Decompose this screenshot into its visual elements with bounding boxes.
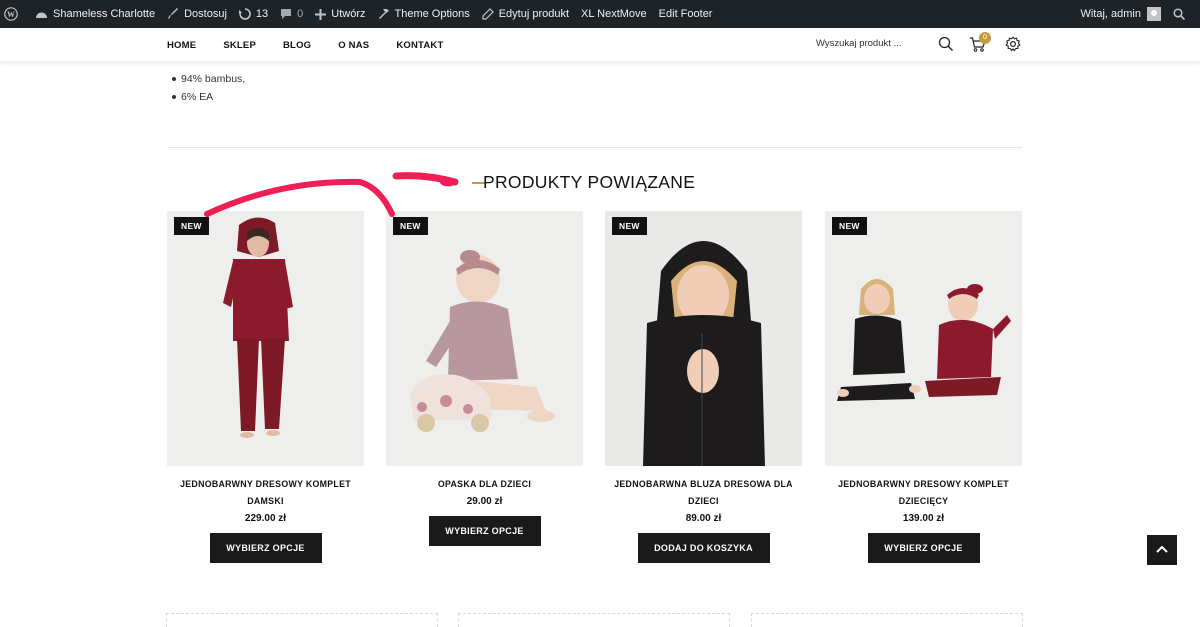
plus-icon (315, 8, 327, 20)
wp-admin-bar: W Shameless Charlotte Dostosuj 13 0 Utwó… (0, 0, 1200, 28)
product-image[interactable]: NEW (605, 211, 802, 466)
search-icon (1173, 8, 1185, 20)
footer-widget-box (751, 613, 1023, 627)
avatar (1147, 7, 1161, 21)
product-image[interactable]: NEW (386, 211, 583, 466)
site-name-menu[interactable]: Shameless Charlotte (29, 0, 161, 28)
footer-widget-box (166, 613, 438, 627)
girl-black-hoodie-photo (605, 211, 802, 466)
theme-options-label: Theme Options (394, 8, 470, 20)
product-card: NEW JEDNOBARWNY DRESOWY KOMPLET DAMSKI 2… (167, 211, 364, 563)
nav-item-home[interactable]: HOME (167, 40, 196, 51)
site-name-label: Shameless Charlotte (53, 8, 156, 20)
edit-product-label: Edytuj produkt (498, 8, 570, 20)
product-card: NEW JEDNOBARWNY DRESOWY KOMPLET DZIECIĘC… (825, 211, 1022, 563)
search-icon[interactable] (938, 36, 954, 52)
select-options-button[interactable]: WYBIERZ OPCJE (428, 516, 541, 546)
comment-icon (281, 9, 292, 19)
nextmove-label: XL NextMove (581, 8, 647, 20)
updates-icon (238, 8, 251, 20)
main-navigation: HOME SKLEP BLOG O NAS KONTAKT (167, 28, 470, 62)
product-name[interactable]: JEDNOBARWNA BLUZA DRESOWA DLA DZIECI (605, 476, 802, 510)
updates-link[interactable]: 13 (233, 0, 274, 28)
hammer-icon (378, 9, 389, 19)
dashboard-icon (36, 12, 47, 18)
new-badge: NEW (174, 217, 209, 235)
product-name[interactable]: JEDNOBARWNY DRESOWY KOMPLET DAMSKI (167, 476, 364, 510)
pencil-icon (482, 8, 494, 20)
nav-item-shop[interactable]: SKLEP (223, 40, 256, 51)
nav-item-blog[interactable]: BLOG (283, 40, 311, 51)
edit-footer-link[interactable]: Edit Footer (653, 0, 719, 28)
greeting-label: Witaj, admin (1080, 8, 1141, 20)
product-image[interactable]: NEW (167, 211, 364, 466)
nav-item-contact[interactable]: KONTAKT (396, 40, 443, 51)
product-name[interactable]: JEDNOBARWNY DRESOWY KOMPLET DZIECIĘCY (825, 476, 1022, 510)
nav-item-about[interactable]: O NAS (338, 40, 369, 51)
footer-widget-box (458, 613, 730, 627)
edit-product-link[interactable]: Edytuj produkt (476, 0, 575, 28)
product-price: 229.00 zł (244, 513, 287, 524)
svg-text:W: W (7, 10, 15, 19)
back-to-top-button[interactable] (1147, 535, 1177, 565)
edit-footer-label: Edit Footer (658, 8, 713, 20)
new-content-menu[interactable]: Utwórz (309, 0, 371, 28)
select-options-button[interactable]: WYBIERZ OPCJE (209, 533, 322, 563)
product-image[interactable]: NEW (825, 211, 1022, 466)
product-price: 139.00 zł (902, 513, 945, 524)
gear-icon[interactable] (1005, 36, 1021, 52)
wordpress-logo-icon[interactable]: W (0, 0, 29, 28)
add-to-cart-button[interactable]: DODAJ DO KOSZYKA (637, 533, 770, 563)
search-input[interactable]: Wyszukaj produkt ... (816, 38, 901, 49)
site-header: HOME SKLEP BLOG O NAS KONTAKT Wyszukaj p… (0, 28, 1200, 62)
customize-link[interactable]: Dostosuj (161, 0, 233, 28)
product-price: 89.00 zł (685, 513, 722, 524)
select-options-button[interactable]: WYBIERZ OPCJE (867, 533, 980, 563)
cart-count-badge: 0 (979, 32, 991, 44)
related-products-title: PRODUKTY POWIĄZANE (483, 172, 696, 192)
nextmove-link[interactable]: XL NextMove (575, 0, 653, 28)
section-divider (167, 147, 1022, 148)
list-item: 94% bambus, (171, 70, 245, 88)
comments-count: 0 (297, 8, 304, 20)
new-badge: NEW (612, 217, 647, 235)
new-badge: NEW (393, 217, 428, 235)
two-children-tracksuits-photo (825, 211, 1022, 466)
product-card: NEW OPASKA DLA DZIECI 29.00 zł WYBIERZ O… (386, 211, 583, 546)
product-name[interactable]: OPASKA DLA DZIECI (386, 476, 583, 493)
brush-icon (168, 8, 179, 19)
customize-label: Dostosuj (184, 8, 227, 20)
baby-headband-photo (386, 211, 583, 466)
woman-tracksuit-photo (167, 211, 364, 466)
updates-count: 13 (255, 8, 269, 20)
product-price: 29.00 zł (466, 496, 503, 507)
admin-search[interactable] (1167, 0, 1200, 28)
new-content-label: Utwórz (331, 8, 366, 20)
theme-options-link[interactable]: Theme Options (372, 0, 476, 28)
comments-link[interactable]: 0 (274, 0, 309, 28)
product-card: NEW JEDNOBARWNA BLUZA DRESOWA DLA DZIECI… (605, 211, 802, 563)
list-item: 6% EA (171, 88, 245, 106)
my-account-menu[interactable]: Witaj, admin (1074, 0, 1167, 28)
product-description-list: 94% bambus, 6% EA (171, 70, 245, 106)
new-badge: NEW (832, 217, 867, 235)
chevron-up-icon (1156, 545, 1168, 553)
